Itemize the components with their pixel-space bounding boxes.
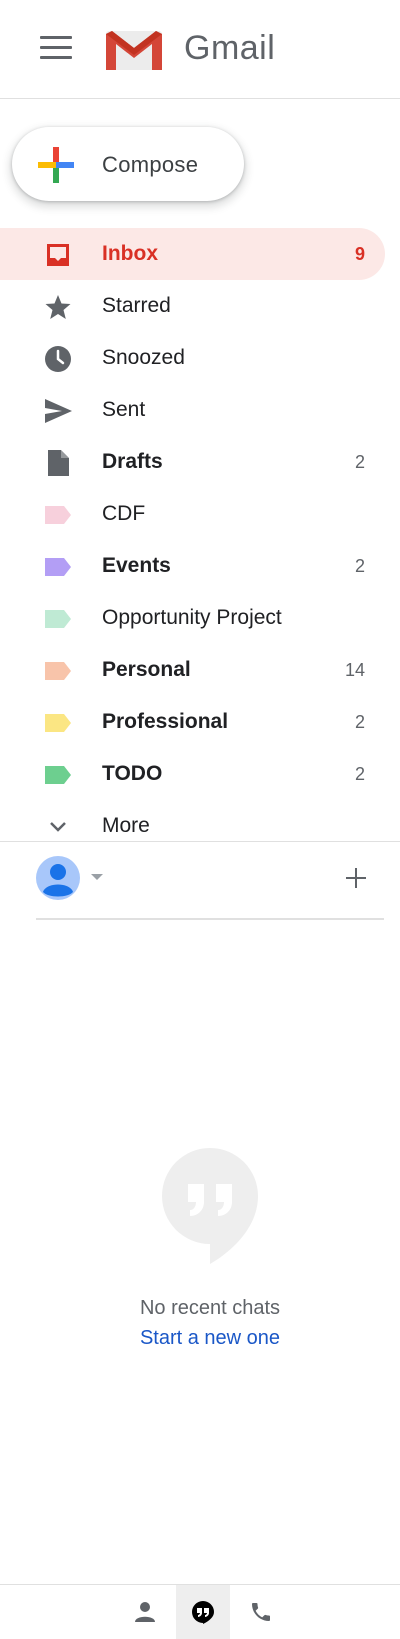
label-icon (45, 558, 71, 576)
no-recent-chats-text: No recent chats (139, 1297, 281, 1319)
menu-icon[interactable] (40, 36, 72, 62)
phone-icon (252, 1603, 270, 1621)
gmail-logo[interactable] (104, 28, 164, 72)
unread-count: 14 (344, 660, 365, 680)
sidebar-item-label: Inbox (102, 242, 158, 265)
sidebar-item-drafts[interactable]: Drafts 2 (0, 436, 385, 488)
section-divider (0, 841, 400, 842)
unread-count: 2 (354, 452, 365, 472)
unread-count: 2 (354, 764, 365, 784)
inbox-icon (47, 244, 69, 266)
chat-bubble-icon (162, 1148, 258, 1264)
sidebar-item-inbox[interactable]: Inbox 9 (0, 228, 385, 280)
sidebar-nav: Inbox 9 Starred Snoozed Sent Drafts 2 CD… (0, 228, 400, 852)
unread-count: 2 (354, 556, 365, 576)
sidebar-item-label: TODO (102, 762, 163, 785)
hangouts-button[interactable] (176, 1585, 230, 1639)
sidebar-item-starred[interactable]: Starred (0, 280, 385, 332)
sidebar-item-professional[interactable]: Professional 2 (0, 696, 385, 748)
label-icon (45, 506, 71, 524)
sidebar-item-label: More (102, 814, 150, 837)
sidebar-item-label: Professional (102, 710, 229, 733)
sidebar-item-label: CDF (102, 502, 146, 525)
header: Gmail (0, 0, 400, 99)
sidebar-item-sent[interactable]: Sent (0, 384, 385, 436)
sidebar-item-todo[interactable]: TODO 2 (0, 748, 385, 800)
phone-button[interactable] (234, 1585, 288, 1639)
label-icon (45, 662, 71, 680)
sidebar-item-label: Starred (102, 294, 171, 317)
unread-count: 9 (354, 244, 365, 264)
sidebar-item-snoozed[interactable]: Snoozed (0, 332, 385, 384)
plus-icon (38, 147, 74, 183)
app-brand: Gmail (184, 29, 276, 67)
draft-icon (48, 450, 69, 476)
sidebar-item-events[interactable]: Events 2 (0, 540, 385, 592)
start-new-chat-link[interactable]: Start a new one (0, 1327, 400, 1350)
hangouts-icon (192, 1601, 214, 1624)
sidebar-item-label: Events (102, 554, 171, 577)
unread-count: 2 (354, 712, 365, 732)
clock-icon (45, 346, 71, 372)
send-icon (45, 399, 72, 423)
sidebar-item-label: Drafts (102, 450, 163, 473)
chevron-down-icon (50, 822, 66, 832)
sidebar-item-personal[interactable]: Personal 14 (0, 644, 385, 696)
sidebar-item-label: Personal (102, 658, 191, 681)
sidebar-item-opportunity-project[interactable]: Opportunity Project (0, 592, 385, 644)
label-icon (45, 714, 71, 732)
bottom-toolbar (0, 1584, 400, 1639)
avatar[interactable] (36, 856, 80, 900)
sidebar-item-label: Snoozed (102, 346, 185, 369)
sidebar-item-label: Sent (102, 398, 146, 421)
label-icon (45, 610, 71, 628)
sidebar-item-cdf[interactable]: CDF (0, 488, 385, 540)
sidebar-item-more[interactable]: More (0, 800, 385, 852)
sidebar-item-label: Opportunity Project (102, 606, 282, 629)
compose-label: Compose (102, 152, 199, 177)
person-icon (135, 1602, 155, 1622)
chat-header (36, 856, 384, 920)
star-icon (45, 295, 71, 319)
caret-down-icon[interactable] (90, 872, 104, 882)
add-icon[interactable] (344, 866, 368, 890)
label-icon (45, 766, 71, 784)
contacts-button[interactable] (118, 1585, 172, 1639)
compose-button[interactable]: Compose (12, 127, 244, 201)
